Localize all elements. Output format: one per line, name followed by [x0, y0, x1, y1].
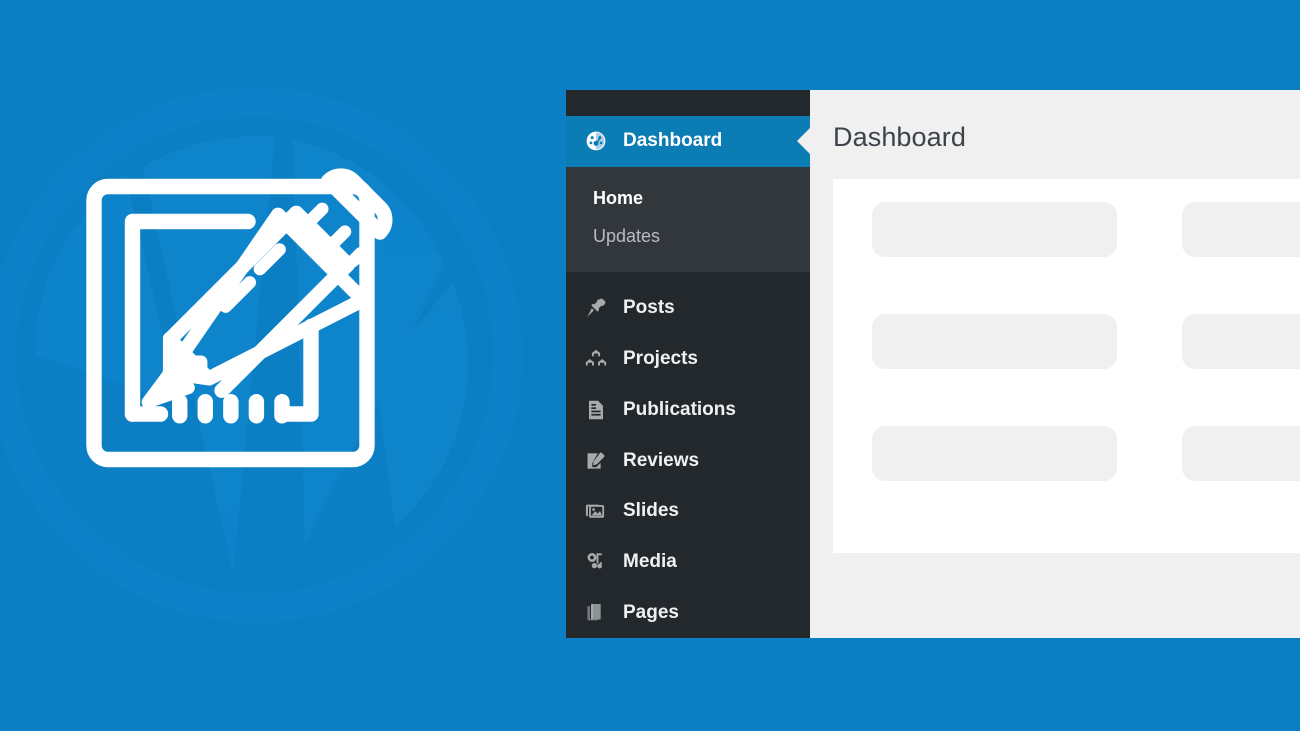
- edit-page-icon: [583, 448, 609, 474]
- submenu-item-updates[interactable]: Updates: [566, 217, 810, 255]
- sidebar-item-label: Posts: [623, 297, 675, 319]
- sidebar-item-dashboard[interactable]: Dashboard: [566, 115, 810, 167]
- pages-icon: [583, 600, 609, 626]
- menu-separator: [566, 272, 810, 284]
- sidebar-item-media[interactable]: Media: [566, 537, 810, 588]
- images-stack-icon: [583, 498, 609, 524]
- sidebar-item-pages[interactable]: Pages: [566, 587, 810, 638]
- dashboard-gauge-icon: [583, 128, 609, 154]
- dashboard-submenu: Home Updates: [566, 166, 810, 273]
- submenu-item-label: Home: [593, 187, 644, 208]
- sidebar-item-projects[interactable]: Projects: [566, 334, 810, 385]
- sidebar-item-label: Publications: [623, 398, 736, 420]
- wp-admin-window: Dashboard Home Updates Posts Projects Pu…: [566, 90, 1300, 638]
- sidebar-item-slides[interactable]: Slides: [566, 486, 810, 537]
- sidebar-item-label: Slides: [623, 500, 679, 522]
- sidebar-top-strip: [566, 90, 810, 116]
- current-item-arrow-icon: [797, 128, 810, 155]
- document-icon: [583, 397, 609, 423]
- sidebar-item-label: Media: [623, 550, 677, 572]
- sidebar-item-label: Pages: [623, 601, 679, 623]
- skeleton-row: [872, 314, 1300, 369]
- skeleton-placeholder-box: [872, 426, 1117, 481]
- sidebar-item-publications[interactable]: Publications: [566, 384, 810, 435]
- skeleton-row: [872, 426, 1300, 481]
- admin-content-inner: Dashboard: [833, 90, 1300, 553]
- sidebar-item-posts[interactable]: Posts: [566, 283, 810, 334]
- skeleton-row: [872, 202, 1300, 257]
- sidebar-item-reviews[interactable]: Reviews: [566, 435, 810, 486]
- skeleton-placeholder-box: [872, 202, 1117, 257]
- page-title: Dashboard: [833, 122, 966, 152]
- media-icon: [583, 549, 609, 575]
- skeleton-placeholder-box: [1182, 314, 1300, 369]
- submenu-item-label: Updates: [593, 225, 661, 246]
- skeleton-placeholder-box: [1182, 426, 1300, 481]
- skeleton-placeholder-box: [1182, 202, 1300, 257]
- submenu-item-home[interactable]: Home: [566, 179, 810, 217]
- admin-content-area: Dashboard: [810, 90, 1300, 638]
- pushpin-icon: [583, 295, 609, 321]
- sidebar-item-label: Projects: [623, 348, 698, 370]
- dashboard-skeleton-card: [833, 179, 1300, 553]
- skeleton-placeholder-box: [872, 314, 1117, 369]
- sidebar-item-label: Dashboard: [623, 130, 723, 152]
- sidebar-item-label: Reviews: [623, 449, 700, 471]
- portfolio-icon: [583, 346, 609, 372]
- admin-sidebar-menu: Dashboard Home Updates Posts Projects Pu…: [566, 90, 810, 638]
- edit-document-pencil-icon: [86, 168, 393, 468]
